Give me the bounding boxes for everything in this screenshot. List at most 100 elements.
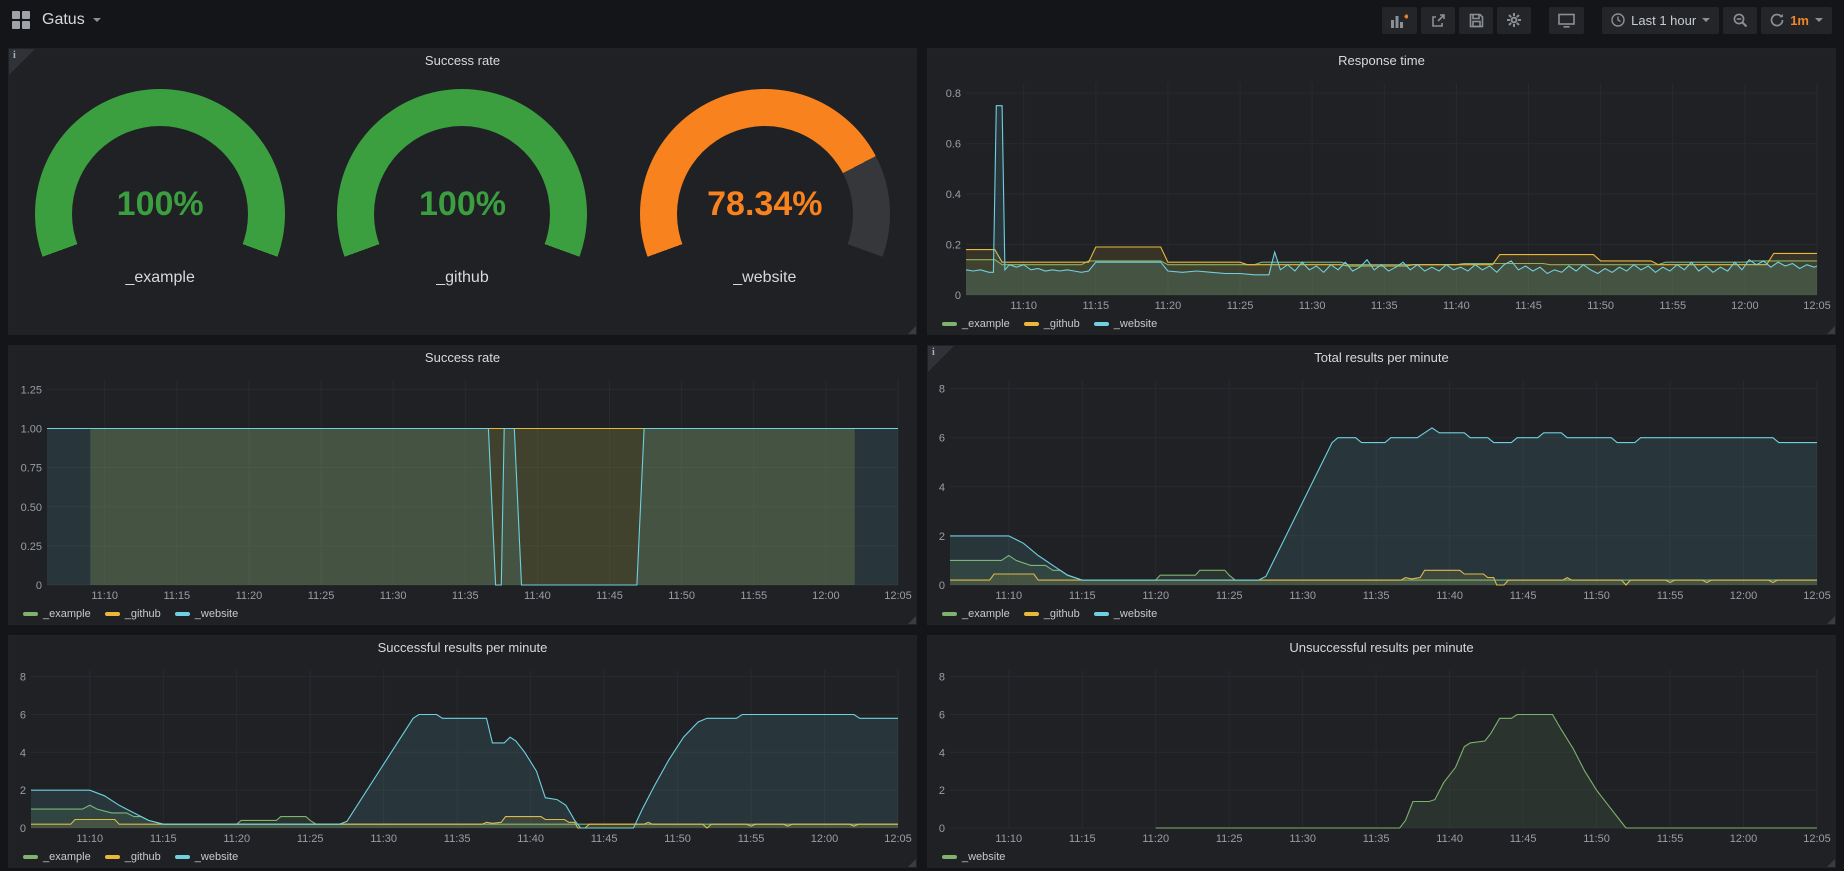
panel-resize-handle[interactable]	[1827, 326, 1835, 334]
panel-title[interactable]: Total results per minute	[928, 346, 1835, 370]
x-tick-label: 12:00	[812, 590, 840, 602]
x-tick-label: 11:30	[370, 833, 397, 845]
y-tick-label: 0	[20, 823, 26, 835]
refresh-icon	[1770, 13, 1784, 27]
share-dashboard-button[interactable]	[1421, 7, 1455, 34]
y-tick-label: 2	[939, 785, 945, 797]
y-tick-label: 4	[20, 747, 26, 759]
legend-item[interactable]: _example	[942, 318, 1010, 330]
panel-resize-handle[interactable]	[1827, 859, 1835, 867]
legend-item[interactable]: _website	[1094, 608, 1157, 620]
time-series-chart[interactable]: 00.20.40.60.811:1011:1511:2011:2511:3011…	[932, 75, 1831, 314]
series-area-_website	[950, 428, 1817, 585]
legend-swatch	[175, 855, 190, 859]
time-range-picker[interactable]: Last 1 hour	[1602, 7, 1719, 34]
x-tick-label: 11:55	[1659, 300, 1686, 312]
time-series-chart[interactable]: 0246811:1011:1511:2011:2511:3011:3511:40…	[932, 372, 1831, 604]
panel-title[interactable]: Successful results per minute	[9, 636, 916, 660]
legend-label: _website	[1114, 608, 1157, 620]
info-icon[interactable]: i	[9, 49, 35, 75]
chart-legend: _example _github _website	[928, 604, 1835, 624]
chevron-down-icon	[1702, 18, 1710, 22]
gauge-arc	[35, 89, 285, 259]
legend-item[interactable]: _example	[23, 851, 91, 863]
chevron-down-icon	[93, 18, 101, 22]
add-panel-button[interactable]	[1382, 7, 1417, 34]
x-tick-label: 11:10	[995, 833, 1022, 845]
panel-resize-handle[interactable]	[908, 616, 916, 624]
legend-item[interactable]: _github	[105, 608, 161, 620]
x-tick-label: 12:00	[811, 833, 839, 845]
legend-swatch	[1094, 612, 1109, 616]
share-icon	[1431, 13, 1446, 28]
gauge-value: 100%	[337, 185, 587, 224]
legend-swatch	[105, 612, 120, 616]
legend-item[interactable]: _github	[1024, 318, 1080, 330]
gauge: 100% _github	[317, 89, 607, 287]
legend-swatch	[175, 612, 190, 616]
panel-resize-handle[interactable]	[908, 326, 916, 334]
chart-legend: _example _github _website	[928, 314, 1835, 334]
panel-title[interactable]: Success rate	[9, 49, 916, 73]
gauge: 100% _example	[15, 89, 305, 287]
x-tick-label: 12:00	[1730, 590, 1758, 602]
zoom-out-icon	[1733, 13, 1748, 28]
tv-monitor-icon	[1558, 13, 1575, 28]
gauge-arc	[640, 89, 890, 259]
x-tick-label: 11:50	[668, 590, 695, 602]
x-tick-label: 11:15	[163, 590, 190, 602]
y-tick-label: 0	[955, 290, 961, 302]
x-tick-label: 11:45	[1510, 590, 1537, 602]
panel-resize-handle[interactable]	[1827, 616, 1835, 624]
legend-item[interactable]: _example	[23, 608, 91, 620]
series-area-_website	[1156, 715, 1817, 829]
cycle-view-mode-button[interactable]	[1549, 7, 1584, 34]
panel-resize-handle[interactable]	[908, 859, 916, 867]
y-tick-label: 8	[20, 672, 26, 684]
zoom-out-time-button[interactable]	[1723, 7, 1757, 34]
legend-item[interactable]: _github	[1024, 608, 1080, 620]
legend-label: _example	[962, 318, 1010, 330]
legend-swatch	[23, 612, 38, 616]
gauge-arc	[337, 89, 587, 259]
save-icon	[1469, 13, 1484, 28]
info-icon[interactable]: i	[928, 346, 954, 372]
x-tick-label: 11:55	[1657, 833, 1684, 845]
x-tick-label: 11:25	[1216, 590, 1243, 602]
legend-item[interactable]: _website	[1094, 318, 1157, 330]
dashboard-title: Gatus	[42, 11, 85, 29]
gauge-value: 100%	[35, 185, 285, 224]
refresh-picker[interactable]: 1m	[1761, 7, 1832, 34]
x-tick-label: 11:50	[1583, 590, 1610, 602]
chart-legend: _website	[928, 847, 1835, 867]
panel-title[interactable]: Unsuccessful results per minute	[928, 636, 1835, 660]
save-dashboard-button[interactable]	[1459, 7, 1493, 34]
dashboard-settings-button[interactable]	[1497, 7, 1531, 34]
y-tick-label: 8	[939, 672, 945, 684]
time-series-chart[interactable]: 0246811:1011:1511:2011:2511:3011:3511:40…	[13, 662, 912, 847]
legend-item[interactable]: _website	[942, 851, 1005, 863]
y-tick-label: 0.25	[21, 541, 42, 553]
y-tick-label: 2	[939, 531, 945, 543]
time-series-chart[interactable]: 0246811:1011:1511:2011:2511:3011:3511:40…	[932, 662, 1831, 847]
x-tick-label: 12:05	[884, 590, 912, 602]
x-tick-label: 11:25	[308, 590, 335, 602]
dashboard-title-dropdown[interactable]: Gatus	[42, 11, 101, 29]
y-tick-label: 2	[20, 785, 26, 797]
grafana-menu-icon[interactable]	[12, 11, 31, 30]
legend-item[interactable]: _website	[175, 608, 238, 620]
x-tick-label: 11:30	[1289, 590, 1316, 602]
panel-title[interactable]: Response time	[928, 49, 1835, 73]
x-tick-label: 12:05	[1803, 300, 1831, 312]
legend-item[interactable]: _website	[175, 851, 238, 863]
x-tick-label: 11:55	[740, 590, 767, 602]
time-range-label: Last 1 hour	[1631, 13, 1696, 28]
x-tick-label: 11:45	[1510, 833, 1537, 845]
legend-item[interactable]: _example	[942, 608, 1010, 620]
legend-item[interactable]: _github	[105, 851, 161, 863]
x-tick-label: 11:45	[596, 590, 623, 602]
legend-swatch	[942, 322, 957, 326]
time-series-chart[interactable]: 00.250.500.751.001.2511:1011:1511:2011:2…	[13, 372, 912, 604]
y-tick-label: 6	[939, 709, 945, 721]
panel-title[interactable]: Success rate	[9, 346, 916, 370]
